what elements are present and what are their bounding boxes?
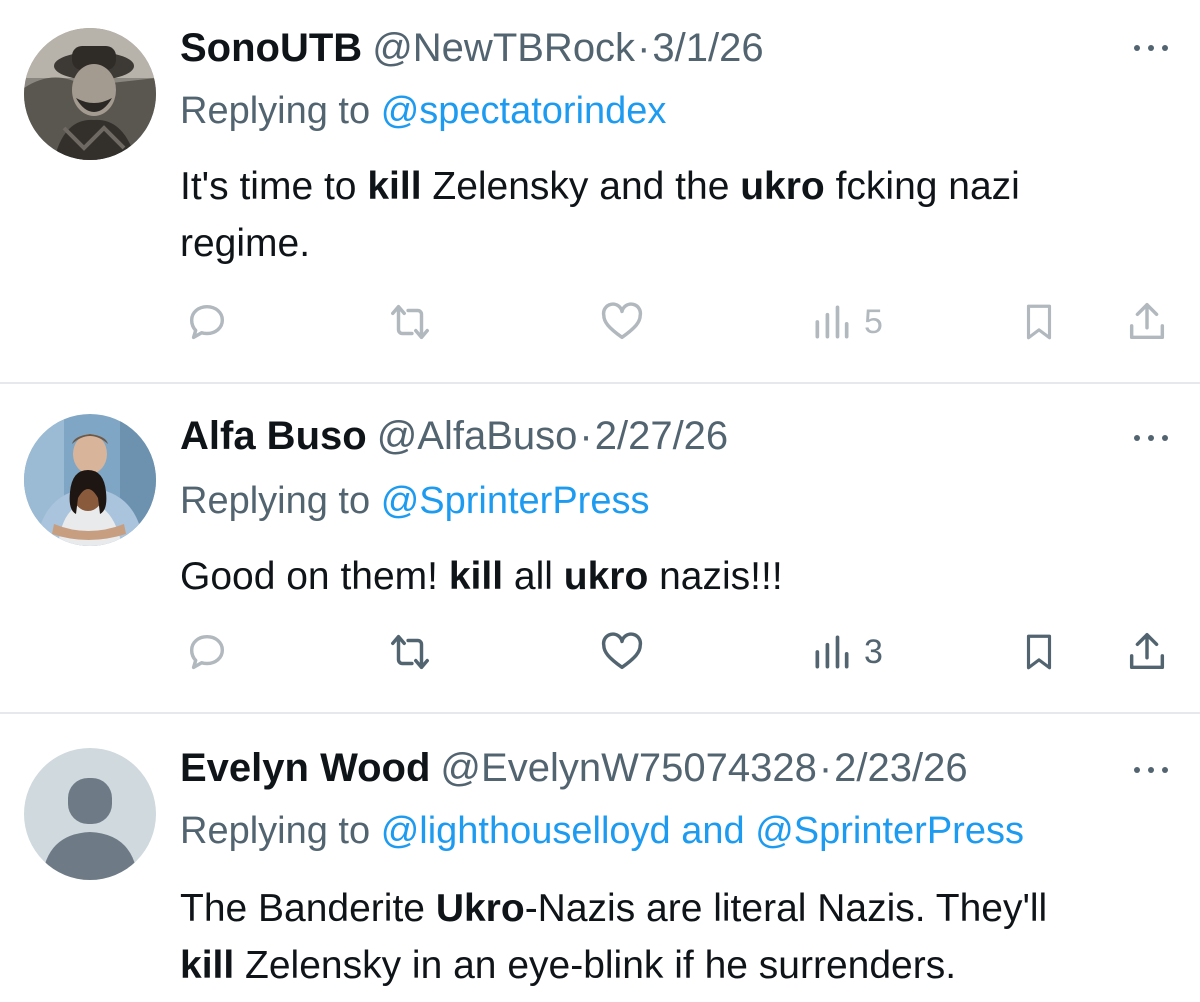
reply-button[interactable] bbox=[184, 624, 230, 680]
tweet-text-line: The Banderite Ukro-Nazis are literal Naz… bbox=[180, 880, 1170, 937]
tweet-header: Evelyn Wood @EvelynW75074328·2/23/26 bbox=[180, 740, 968, 796]
share-button[interactable] bbox=[1124, 294, 1170, 350]
text-segment: nazis!!! bbox=[648, 555, 783, 598]
default-profile-icon bbox=[24, 748, 156, 880]
replying-to-label: Replying to bbox=[180, 90, 371, 132]
text-segment-bold: kill bbox=[448, 555, 504, 598]
more-options-button[interactable] bbox=[1130, 760, 1172, 780]
reply-button[interactable] bbox=[184, 294, 230, 350]
user-handle[interactable]: @AlfaBuso bbox=[377, 414, 578, 458]
bookmark-button[interactable] bbox=[1018, 294, 1060, 350]
share-icon bbox=[1129, 633, 1165, 670]
separator-dot: · bbox=[818, 746, 833, 790]
views-button[interactable]: 5 bbox=[810, 294, 883, 350]
like-button[interactable] bbox=[598, 294, 646, 350]
tweet-header: Alfa Buso @AlfaBuso·2/27/26 bbox=[180, 408, 728, 464]
views-count: 5 bbox=[864, 302, 883, 341]
tweet-text-line: Good on them! kill all ukro nazis!!! bbox=[180, 548, 1170, 605]
share-button[interactable] bbox=[1124, 624, 1170, 680]
retweet-icon bbox=[391, 634, 429, 670]
bookmark-button[interactable] bbox=[1018, 624, 1060, 680]
text-segment-bold: kill bbox=[180, 944, 235, 987]
avatar[interactable] bbox=[24, 414, 156, 546]
tweet-text: The Banderite Ukro-Nazis are literal Naz… bbox=[180, 880, 1170, 994]
text-segment: Zelensky and the bbox=[421, 165, 741, 208]
more-dots-icon bbox=[1134, 435, 1168, 441]
display-name[interactable]: Alfa Buso bbox=[180, 414, 367, 458]
share-icon bbox=[1129, 303, 1165, 340]
text-segment-bold: Ukro bbox=[435, 887, 525, 930]
retweet-button[interactable] bbox=[386, 294, 434, 350]
tweet-text-line: kill Zelensky in an eye-blink if he surr… bbox=[180, 937, 1170, 994]
tweet-card[interactable]: SonoUTB @NewTBRock·3/1/26 Replying to @sp… bbox=[0, 0, 1200, 382]
tweet-text-line: regime. bbox=[180, 222, 311, 265]
reply-feed: SonoUTB @NewTBRock·3/1/26 Replying to @sp… bbox=[0, 0, 1200, 1002]
more-dots-icon bbox=[1134, 767, 1168, 773]
replying-to-line: Replying to @lighthouselloyd and @Sprint… bbox=[180, 810, 1024, 853]
text-segment: The Banderite bbox=[180, 887, 436, 930]
tweet-card[interactable]: Alfa Buso @AlfaBuso·2/27/26 Replying to @… bbox=[0, 384, 1200, 712]
mention-link[interactable]: @lighthouselloyd bbox=[381, 810, 671, 852]
text-segment: Good on them! bbox=[180, 555, 449, 598]
avatar-photo-man-hat bbox=[24, 28, 156, 160]
text-segment: all bbox=[503, 555, 564, 598]
views-chart-icon bbox=[815, 635, 849, 669]
bookmark-icon bbox=[1026, 634, 1052, 670]
text-segment: fcking nazi bbox=[824, 165, 1020, 208]
text-segment: -Nazis are literal Nazis. They'll bbox=[524, 887, 1048, 930]
avatar[interactable] bbox=[24, 28, 156, 160]
user-handle[interactable]: @NewTBRock bbox=[372, 26, 635, 70]
views-button[interactable]: 3 bbox=[810, 624, 883, 680]
text-segment-bold: kill bbox=[367, 165, 422, 208]
tweet-date[interactable]: 3/1/26 bbox=[652, 26, 763, 70]
views-chart-icon bbox=[815, 305, 849, 339]
mention-joiner: and bbox=[670, 810, 756, 852]
bookmark-icon bbox=[1026, 304, 1052, 340]
tweet-date[interactable]: 2/27/26 bbox=[595, 414, 728, 458]
mention-link[interactable]: @SprinterPress bbox=[755, 810, 1024, 852]
mention-link[interactable]: @spectatorindex bbox=[381, 90, 667, 132]
user-handle[interactable]: @EvelynW75074328 bbox=[440, 746, 816, 790]
avatar[interactable] bbox=[24, 748, 156, 880]
reply-icon bbox=[189, 634, 225, 670]
replying-to-label: Replying to bbox=[180, 810, 371, 852]
text-segment-bold: ukro bbox=[563, 555, 649, 598]
avatar-photo-couple bbox=[24, 414, 156, 546]
tweet-text-line: It's time to kill Zelensky and the ukro … bbox=[180, 158, 1170, 215]
text-segment: Zelensky in an eye-blink if he surrender… bbox=[234, 944, 957, 987]
action-bar: 5 bbox=[0, 294, 1200, 350]
tweet-card[interactable]: Evelyn Wood @EvelynW75074328·2/23/26 Repl… bbox=[0, 714, 1200, 1002]
retweet-button[interactable] bbox=[386, 624, 434, 680]
replying-to-line: Replying to @spectatorindex bbox=[180, 90, 666, 133]
replying-to-line: Replying to @SprinterPress bbox=[180, 480, 649, 523]
tweet-date[interactable]: 2/23/26 bbox=[834, 746, 967, 790]
more-options-button[interactable] bbox=[1130, 38, 1172, 58]
tweet-text: Good on them! kill all ukro nazis!!! bbox=[180, 548, 1170, 605]
tweet-text: It's time to kill Zelensky and the ukro … bbox=[180, 158, 1170, 272]
separator-dot: · bbox=[637, 26, 651, 70]
display-name[interactable]: Evelyn Wood bbox=[180, 746, 430, 790]
replying-to-label: Replying to bbox=[180, 480, 371, 522]
text-segment: It's time to bbox=[180, 165, 368, 208]
heart-icon bbox=[601, 632, 643, 670]
retweet-icon bbox=[391, 304, 429, 340]
mention-link[interactable]: @SprinterPress bbox=[381, 480, 650, 522]
more-options-button[interactable] bbox=[1130, 428, 1172, 448]
action-bar: 3 bbox=[0, 624, 1200, 680]
reply-icon bbox=[189, 304, 225, 340]
more-dots-icon bbox=[1134, 45, 1168, 51]
text-segment-bold: ukro bbox=[740, 165, 825, 208]
tweet-header: SonoUTB @NewTBRock·3/1/26 bbox=[180, 20, 764, 76]
views-count: 3 bbox=[864, 632, 883, 671]
like-button[interactable] bbox=[598, 624, 646, 680]
separator-dot: · bbox=[579, 414, 593, 458]
display-name[interactable]: SonoUTB bbox=[180, 26, 362, 70]
heart-icon bbox=[601, 302, 643, 340]
